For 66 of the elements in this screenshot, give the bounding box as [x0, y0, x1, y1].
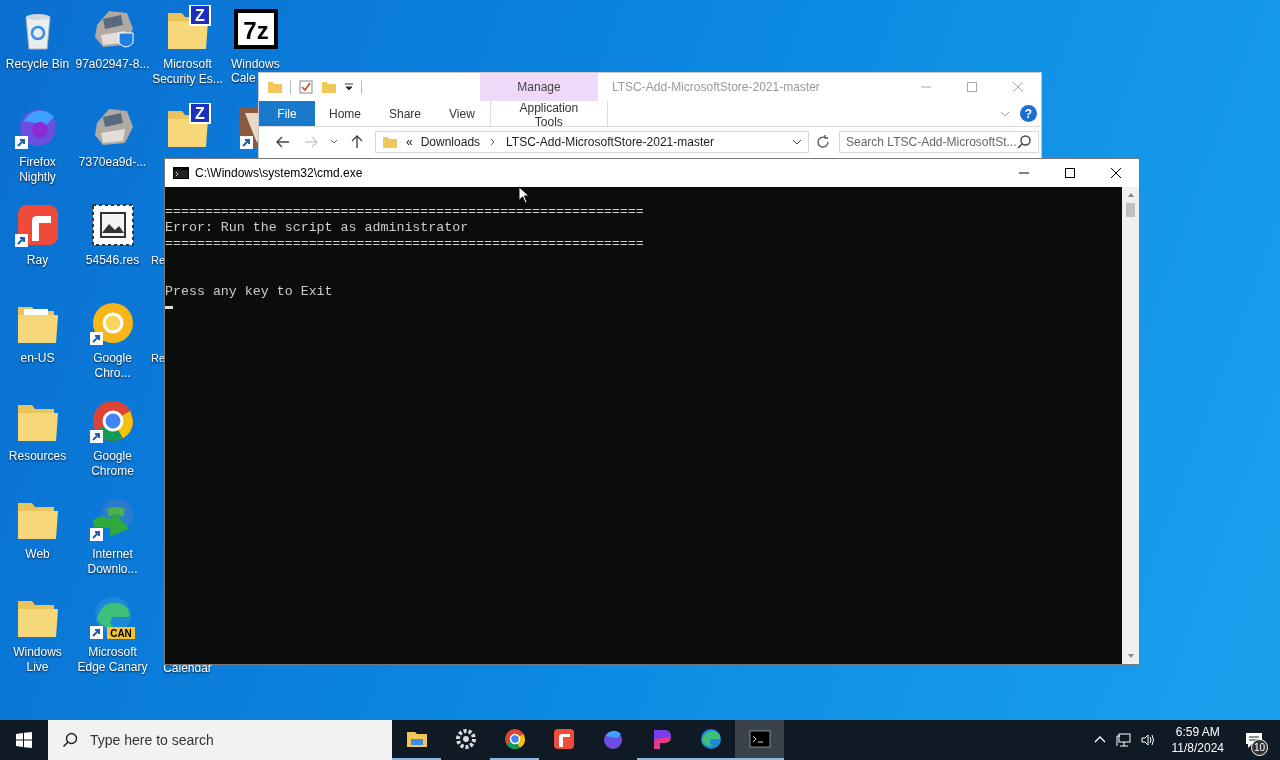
- search-input[interactable]: Type here to search: [88, 731, 372, 749]
- help-icon[interactable]: ?: [1020, 105, 1037, 122]
- icon-label: en-US: [20, 351, 55, 366]
- icon-label: Windows: [231, 57, 280, 71]
- search-icon[interactable]: [1016, 134, 1032, 150]
- console-line: ============================================================: [165, 204, 644, 219]
- notification-count: 10: [1251, 739, 1268, 756]
- icon-label: Google Chro...: [93, 351, 132, 381]
- close-icon[interactable]: [1111, 168, 1121, 178]
- icon-label: Microsoft Security Es...: [152, 57, 223, 87]
- icon-label: Re: [151, 253, 166, 267]
- refresh-icon[interactable]: [815, 134, 831, 150]
- ribbon-tab[interactable]: File: [259, 101, 315, 126]
- canary-label: CAN: [109, 628, 132, 639]
- dropdown-caret-icon[interactable]: [792, 137, 802, 147]
- scrollbar[interactable]: [1122, 187, 1139, 664]
- clock[interactable]: 6:59 AM 11/8/2024: [1159, 720, 1234, 760]
- icon-label: Microsoft Edge Canary: [77, 645, 148, 675]
- back-arrow-icon[interactable]: [275, 134, 291, 150]
- browser-icon[interactable]: [502, 727, 527, 751]
- path-crumb[interactable]: LTSC-Add-MicrosoftStore-2021-master: [506, 135, 714, 149]
- icon-label: 54546.res: [85, 253, 140, 268]
- app-icon[interactable]: [551, 727, 576, 751]
- icon-label: 7370ea9d-...: [78, 155, 147, 170]
- icon-label: Ray: [26, 253, 49, 268]
- terminal-icon[interactable]: [747, 727, 772, 751]
- icon-label: Internet Downlo...: [87, 547, 138, 577]
- console-line: Press any key to Exit: [165, 284, 333, 299]
- icon-label: 97a02947-8...: [75, 57, 150, 72]
- icon-label: Recycle Bin: [5, 57, 70, 72]
- search-icon: [62, 732, 78, 748]
- properties-icon[interactable]: [298, 79, 314, 95]
- console-icon: [173, 167, 189, 179]
- address-bar[interactable]: « Downloads LTSC-Add-MicrosoftStore-2021-master: [375, 131, 809, 153]
- up-arrow-icon[interactable]: [349, 134, 365, 150]
- search-field[interactable]: Type here to search: [48, 720, 392, 760]
- icon-label: Firefox Nightly: [19, 155, 56, 185]
- search-field[interactable]: Search LTSC-Add-MicrosoftSt...: [846, 135, 1016, 149]
- path-crumb[interactable]: Downloads: [420, 135, 481, 149]
- window-title: LTSC-Add-MicrosoftStore-2021-master: [611, 79, 820, 94]
- start-menu-icon[interactable]: [16, 732, 32, 748]
- ribbon-tab[interactable]: View: [435, 101, 489, 126]
- customize-caret-icon[interactable]: [344, 82, 354, 92]
- network-icon[interactable]: [1115, 732, 1132, 748]
- taskbar-app-button[interactable]: [735, 720, 784, 760]
- icon-label: Calendar: [163, 661, 212, 676]
- ribbon-tab[interactable]: Home: [315, 101, 375, 126]
- console-line: ============================================================: [165, 236, 644, 251]
- folder-icon: [382, 134, 398, 150]
- ribbon-tab[interactable]: Application Tools: [489, 101, 608, 126]
- icon-label: Windows Live: [13, 645, 62, 675]
- icon-label: Cale: [231, 71, 256, 85]
- volume-icon[interactable]: [1139, 732, 1156, 748]
- window-title: C:\Windows\system32\cmd.exe: [195, 166, 363, 180]
- scroll-thumb[interactable]: [1126, 203, 1135, 217]
- icon-label: Web: [25, 547, 50, 562]
- ribbon-tab[interactable]: Share: [375, 101, 436, 126]
- browser-icon[interactable]: [698, 727, 723, 751]
- icon-label: Google Chrome: [91, 449, 134, 479]
- icon-label: Re: [151, 351, 166, 365]
- maximize-icon[interactable]: [1065, 168, 1075, 178]
- gear-icon[interactable]: [453, 727, 478, 751]
- context-tab-header: Manage: [480, 73, 598, 101]
- console-line: Error: Run the script as administrator: [165, 220, 469, 235]
- icon-label: Resources: [8, 449, 67, 464]
- overflow-crumb[interactable]: «: [406, 135, 413, 149]
